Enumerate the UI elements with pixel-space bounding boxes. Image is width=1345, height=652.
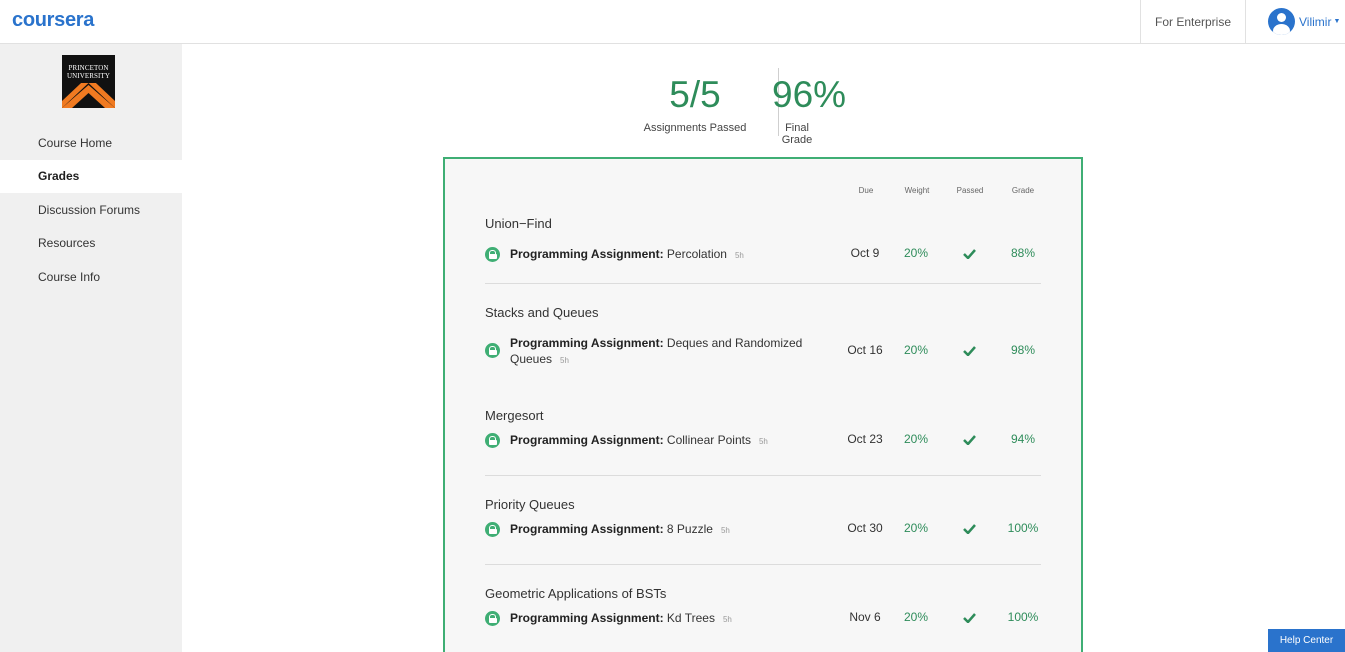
checkmark-icon [944,521,994,539]
assignment-link[interactable]: Programming Assignment: 8 Puzzle 5h [510,521,730,539]
assignment-type: Programming Assignment: [510,247,664,261]
sidebar-item-grades[interactable]: Grades [0,159,182,193]
assignment-name: Percolation [666,247,727,261]
sidebar-item-course-info[interactable]: Course Info [0,260,182,294]
section-title: Geometric Applications of BSTs [485,586,667,601]
checkmark-icon [944,343,994,361]
coursera-logo[interactable]: coursera [12,9,94,32]
princeton-logo[interactable]: PRINCETON UNIVERSITY [62,55,115,108]
final-grade-value: 96% [772,74,847,115]
weight-value: 20% [903,432,929,446]
lock-icon [485,343,500,358]
grade-section: Geometric Applications of BSTs Programmi… [485,586,1041,626]
assignment-link[interactable]: Programming Assignment: Collinear Points… [510,432,768,450]
checkmark-icon [944,246,994,264]
grades-table: Due Weight Passed Grade Union−Find Progr… [443,157,1083,652]
assignments-passed-stat: 5/5 Assignments Passed [620,68,770,134]
lock-icon [485,433,500,448]
section-title: Priority Queues [485,497,575,512]
column-header-passed: Passed [956,186,984,195]
lock-icon [485,522,500,537]
grade-section: Stacks and Queues Programming Assignment… [485,305,1041,366]
assignment-duration: 5h [720,526,730,535]
section-title: Mergesort [485,408,544,423]
assignments-passed-value: 5/5 [669,74,721,115]
section-title: Stacks and Queues [485,305,599,320]
chevron-shield-icon [62,83,115,108]
assignment-duration: 5h [758,437,768,446]
section-divider [485,475,1041,476]
section-divider [485,564,1041,565]
assignment-name: Collinear Points [666,433,751,447]
column-header-grade: Grade [1011,186,1035,195]
lock-icon [485,247,500,262]
assignment-duration: 5h [722,615,732,624]
caret-down-icon[interactable]: ▼ [1333,18,1340,25]
assignment-duration: 5h [560,356,569,365]
course-nav: Course Home Grades Discussion Forums Res… [0,126,182,294]
grade-value: 98% [1010,343,1036,357]
assignment-link[interactable]: Programming Assignment: Deques and Rando… [510,335,802,369]
assignment-name: 8 Puzzle [666,522,713,536]
due-date: Nov 6 [849,610,881,624]
grade-summary: 5/5 Assignments Passed 96% Final Grade [620,68,910,146]
weight-value: 20% [903,246,929,260]
final-grade-label: Final Grade [781,122,813,146]
for-enterprise-link[interactable]: For Enterprise [1140,0,1246,43]
avatar-icon[interactable] [1268,8,1295,35]
assignment-name: Kd Trees [666,611,715,625]
due-date: Oct 16 [847,343,883,357]
help-center-button[interactable]: Help Center [1268,629,1345,652]
university-logo-text: PRINCETON UNIVERSITY [67,64,110,80]
column-header-weight: Weight [904,186,930,195]
checkmark-icon [944,432,994,450]
weight-value: 20% [903,610,929,624]
grade-section: Priority Queues Programming Assignment: … [485,497,1041,537]
assignment-type: Programming Assignment: [510,433,664,447]
sidebar-item-discussion-forums[interactable]: Discussion Forums [0,193,182,227]
grade-section: Mergesort Programming Assignment: Collin… [485,408,1041,448]
top-header: coursera For Enterprise Vilimir ▼ [0,0,1345,44]
assignments-passed-label: Assignments Passed [643,122,747,134]
sidebar-item-resources[interactable]: Resources [0,227,182,261]
section-title: Union−Find [485,216,552,231]
assignment-type: Programming Assignment: [510,611,664,625]
course-sidebar: PRINCETON UNIVERSITY Course Home Grades … [0,44,182,652]
section-divider [485,283,1041,284]
due-date: Oct 9 [850,246,880,260]
sidebar-item-course-home[interactable]: Course Home [0,126,182,160]
assignment-type: Programming Assignment: [510,522,664,536]
grade-value: 100% [1007,521,1039,535]
assignment-duration: 5h [734,251,744,260]
grade-value: 94% [1010,432,1036,446]
weight-value: 20% [903,521,929,535]
user-name[interactable]: Vilimir [1299,15,1331,29]
assignment-link[interactable]: Programming Assignment: Percolation 5h [510,246,744,264]
assignment-type: Programming Assignment: [510,336,664,350]
due-date: Oct 23 [847,432,883,446]
column-header-due: Due [858,186,874,195]
assignment-name-cont: Queues [510,352,553,366]
grade-section: Union−Find Programming Assignment: Perco… [485,216,1041,262]
grade-value: 88% [1010,246,1036,260]
assignment-link[interactable]: Programming Assignment: Kd Trees 5h [510,610,732,628]
user-menu[interactable]: Vilimir ▼ [1246,0,1345,43]
lock-icon [485,611,500,626]
final-grade-stat: 96% Final Grade [772,68,847,146]
assignment-name: Deques and Randomized [666,336,803,350]
grade-value: 100% [1007,610,1039,624]
weight-value: 20% [903,343,929,357]
checkmark-icon [944,610,994,628]
due-date: Oct 30 [847,521,883,535]
